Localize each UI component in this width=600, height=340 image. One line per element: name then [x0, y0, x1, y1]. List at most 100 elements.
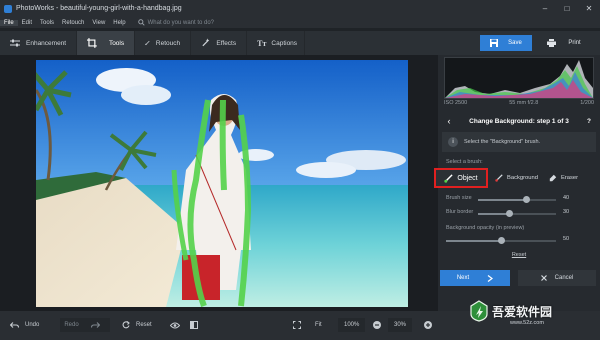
hint-box: i Select the "Background" brush. [442, 132, 596, 152]
cancel-label: Cancel [554, 275, 574, 281]
background-brush-button[interactable]: Background [495, 168, 538, 188]
text-icon: Tт [257, 38, 267, 48]
brush-size-label: Brush size [446, 195, 472, 201]
image-canvas[interactable] [0, 55, 438, 311]
menu-tools[interactable]: Tools [36, 20, 58, 26]
select-brush-label: Select a brush: [446, 159, 483, 165]
zoom-out-button[interactable] [373, 318, 387, 332]
watermark: 吾爱软件园 www.52z.com [470, 300, 552, 326]
menu-edit[interactable]: Edit [18, 20, 36, 26]
brush-size-row: Brush size 40 [438, 193, 600, 205]
redo-icon [90, 321, 100, 328]
chevron-right-icon [487, 274, 494, 282]
fit-screen-icon [293, 321, 301, 329]
preview-toggle[interactable] [170, 318, 186, 332]
search-input[interactable]: What do you want to do? [148, 20, 214, 26]
reset-icon [122, 321, 130, 329]
redo-button[interactable]: Redo [60, 318, 110, 332]
back-arrow-icon[interactable]: ‹ [438, 116, 460, 126]
opacity-knob[interactable] [497, 237, 505, 244]
tab-effects[interactable]: Effects [191, 31, 248, 55]
reset-label: Reset [136, 322, 152, 328]
tab-tools[interactable]: Tools [77, 31, 136, 55]
print-label: Print [568, 40, 581, 46]
minimize-icon[interactable]: – [534, 4, 556, 13]
menu-bar: File Edit Tools Retouch View Help What d… [0, 17, 600, 28]
background-brush-label: Background [507, 175, 538, 181]
tab-effects-label: Effects [216, 39, 237, 47]
brush-size-value: 40 [563, 195, 570, 201]
blur-border-label: Blur border [446, 209, 474, 215]
opacity-row: 50 [438, 234, 600, 246]
fit-button[interactable]: Fit [293, 318, 322, 332]
step-title: Change Background: step 1 of 3 [469, 117, 569, 125]
exif-info: ISO 2500 55 mm f/2.8 1/200 [444, 97, 594, 109]
zoom-value-label: 30% [394, 322, 407, 328]
undo-icon [10, 321, 19, 328]
reset-button[interactable]: Reset [122, 318, 152, 332]
sliders-icon [10, 39, 20, 46]
zoom-in-button[interactable] [424, 318, 438, 332]
object-brush-label: Object [457, 174, 478, 182]
close-icon [540, 275, 547, 281]
tab-retouch-label: Retouch [155, 39, 181, 47]
menu-retouch[interactable]: Retouch [58, 20, 88, 26]
compare-toggle[interactable] [190, 318, 204, 332]
printer-icon [547, 39, 557, 47]
tab-enhancement-label: Enhancement [26, 39, 67, 47]
maximize-icon[interactable]: □ [556, 4, 578, 13]
zoom-100-button[interactable]: 100% [338, 318, 366, 332]
beach-photo[interactable] [36, 60, 408, 307]
zoom-out-icon [373, 321, 381, 329]
background-brush-icon [495, 174, 503, 182]
brush-icon [145, 40, 150, 46]
tab-captions-label: Captions [271, 39, 298, 47]
step-header: ‹ Change Background: step 1 of 3 ? [438, 113, 600, 129]
tab-enhancement[interactable]: Enhancement [0, 31, 78, 55]
exif-lens: 55 mm f/2.8 [509, 100, 539, 106]
zoom-in-icon [424, 321, 432, 329]
fit-label: Fit [315, 322, 322, 328]
save-icon [490, 39, 499, 47]
menu-file[interactable]: File [0, 19, 18, 26]
undo-button[interactable]: Undo [10, 318, 39, 332]
eraser-brush-label: Eraser [561, 175, 579, 181]
blur-border-fill [478, 213, 510, 215]
window-controls: – □ ✕ [534, 4, 600, 13]
tab-tools-label: Tools [108, 39, 125, 47]
reset-link[interactable]: Reset [438, 252, 600, 258]
histogram [444, 57, 594, 99]
watermark-logo-icon [470, 300, 488, 322]
brush-size-fill [478, 199, 527, 201]
next-button[interactable]: Next [440, 270, 510, 286]
eraser-brush-button[interactable]: Eraser [549, 168, 578, 188]
photo-preview[interactable] [36, 60, 408, 307]
brush-size-slider[interactable] [478, 196, 556, 203]
eye-icon [170, 322, 180, 328]
menu-view[interactable]: View [88, 20, 109, 26]
menu-help[interactable]: Help [109, 20, 129, 26]
opacity-label: Background opacity (in preview) [446, 225, 525, 231]
search-box[interactable]: What do you want to do? [137, 19, 214, 26]
print-button[interactable]: Print [535, 35, 593, 51]
blur-border-knob[interactable] [505, 210, 513, 217]
histogram-graph [445, 60, 593, 98]
help-icon[interactable]: ? [578, 118, 600, 125]
opacity-fill [446, 240, 501, 242]
tab-captions[interactable]: Tт Captions [247, 31, 306, 55]
cancel-button[interactable]: Cancel [518, 270, 596, 286]
blur-border-slider[interactable] [478, 210, 556, 217]
tab-retouch[interactable]: Retouch [135, 31, 192, 55]
opacity-slider[interactable] [446, 237, 556, 244]
save-button[interactable]: Save [480, 35, 532, 51]
compare-icon [190, 321, 198, 329]
brush-size-knob[interactable] [522, 196, 530, 203]
object-brush-button[interactable]: Object [434, 168, 488, 188]
close-icon[interactable]: ✕ [578, 4, 600, 13]
exif-iso: ISO 2500 [444, 100, 468, 106]
magic-wand-icon [202, 38, 210, 47]
zoom-100-label: 100% [344, 322, 360, 328]
photoworks-logo-icon [4, 4, 12, 13]
zoom-value[interactable]: 30% [388, 318, 413, 332]
info-icon: i [448, 137, 458, 147]
